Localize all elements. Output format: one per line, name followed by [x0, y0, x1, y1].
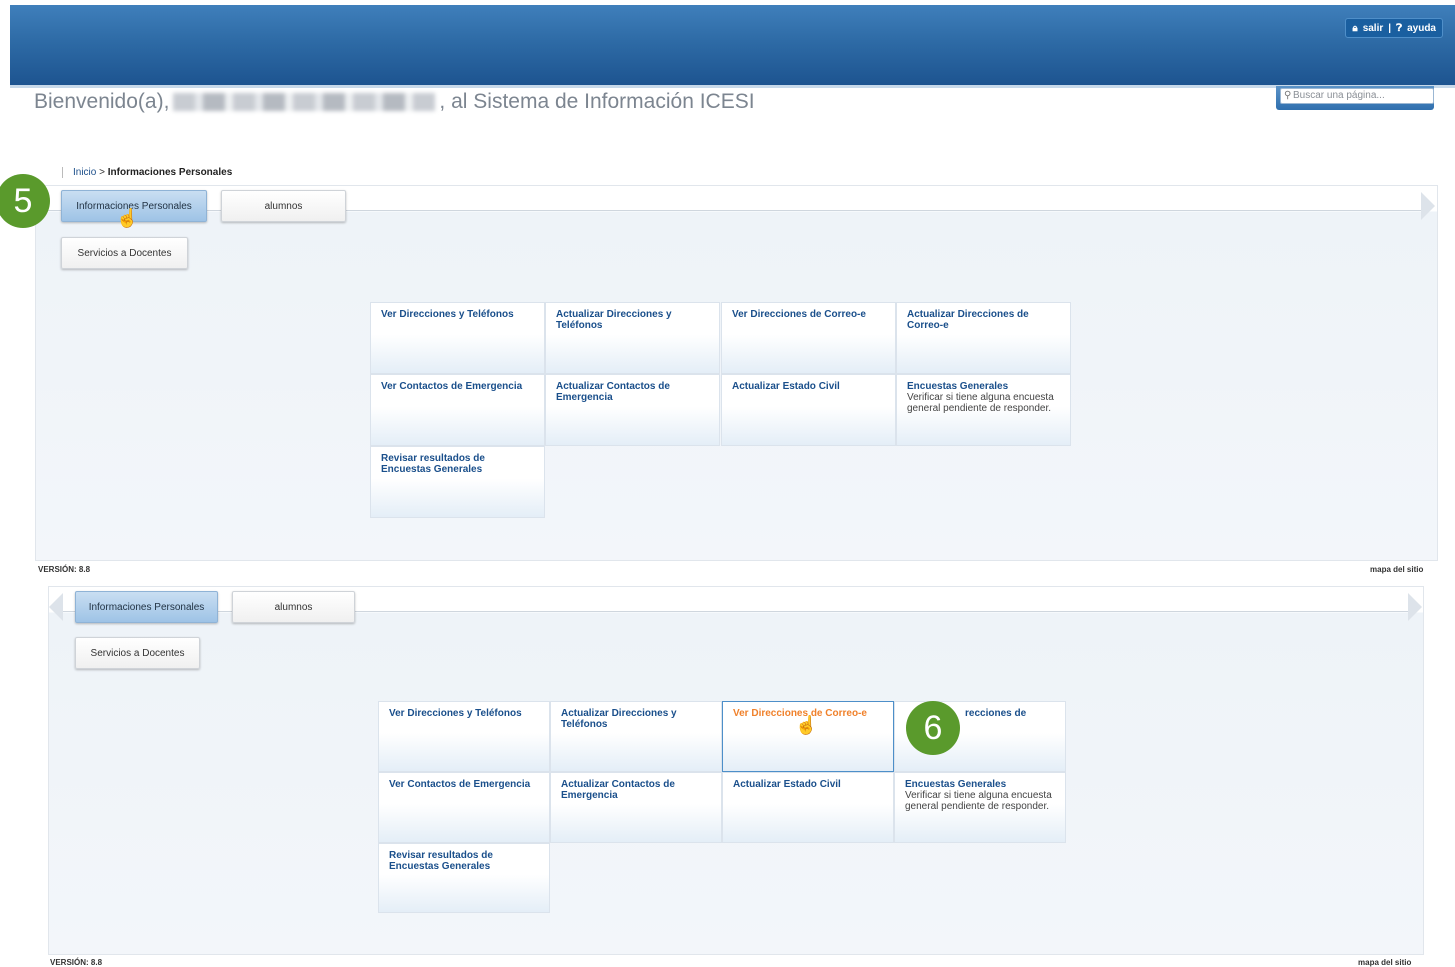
tile-ver-contactos[interactable]: Ver Contactos de Emergencia: [378, 772, 550, 843]
scroll-right-arrow[interactable]: [1408, 593, 1422, 621]
tab-label: Servicios a Docentes: [77, 247, 172, 259]
tile-title: Ver Contactos de Emergencia: [389, 779, 531, 790]
tile-actualizar-contactos[interactable]: Actualizar Contactos de Emergencia: [550, 772, 722, 843]
ayuda-link[interactable]: ayuda: [1407, 23, 1436, 34]
version-label: VERSIÓN: 8.8: [38, 565, 91, 574]
scroll-left-arrow[interactable]: [49, 593, 63, 621]
search-placeholder: Buscar una página...: [1293, 90, 1385, 101]
tile-title: Actualizar Direcciones y Teléfonos: [556, 309, 672, 331]
tile-title: Encuestas Generales: [907, 381, 1009, 392]
tab-alumnos[interactable]: alumnos: [221, 190, 346, 222]
blurred-username: [173, 93, 436, 111]
step-badge-6: 6: [906, 701, 960, 755]
tile-actualizar-contactos[interactable]: Actualizar Contactos de Emergencia: [545, 374, 720, 446]
tile-ver-correo[interactable]: Ver Direcciones de Correo-e: [721, 302, 896, 374]
tile-ver-direcciones[interactable]: Ver Direcciones y Teléfonos: [370, 302, 545, 374]
sitemap-link[interactable]: mapa del sitio: [1358, 958, 1411, 967]
tile-description: Verificar si tiene alguna encuesta gener…: [907, 392, 1054, 414]
tile-description: Verificar si tiene alguna encuesta gener…: [905, 790, 1052, 812]
tab-label: alumnos: [264, 200, 303, 212]
tile-actualizar-direcciones[interactable]: Actualizar Direcciones y Teléfonos: [545, 302, 720, 374]
tab-alumnos[interactable]: alumnos: [232, 591, 355, 623]
breadcrumb: Inicio > Informaciones Personales: [62, 167, 232, 178]
hand-cursor-icon: ☝: [795, 715, 818, 735]
tile-title: Ver Contactos de Emergencia: [381, 381, 523, 392]
salir-link[interactable]: salir: [1363, 23, 1384, 34]
breadcrumb-current: Informaciones Personales: [107, 167, 233, 179]
search-input[interactable]: ⚲ Buscar una página...: [1280, 88, 1434, 104]
version-label: VERSIÓN: 8.8: [50, 958, 103, 967]
tab-servicios-docentes[interactable]: Servicios a Docentes: [75, 637, 200, 669]
tile-actualizar-estado-civil[interactable]: Actualizar Estado Civil: [722, 772, 894, 843]
tile-title: Encuestas Generales: [905, 779, 1007, 790]
search-box: ⚲ Buscar una página...: [1276, 86, 1434, 110]
tile-ver-direcciones[interactable]: Ver Direcciones y Teléfonos: [378, 701, 550, 772]
scroll-right-arrow[interactable]: [1421, 192, 1435, 220]
tile-encuestas-generales[interactable]: Encuestas Generales Verificar si tiene al…: [896, 374, 1071, 446]
tile-ver-contactos[interactable]: Ver Contactos de Emergencia: [370, 374, 545, 446]
tile-title: Actualizar Contactos de Emergencia: [561, 779, 675, 801]
tile-title: Actualizar Contactos de Emergencia: [556, 381, 670, 403]
welcome-suffix: , al Sistema de Información ICESI: [439, 90, 755, 113]
hand-cursor-icon: ☝: [116, 208, 139, 228]
tile-title: Actualizar Estado Civil: [733, 779, 841, 790]
separator: |: [1388, 22, 1392, 34]
tile-title: Ver Direcciones y Teléfonos: [389, 708, 522, 719]
welcome-message: Bienvenido(a), , al Sistema de Informaci…: [34, 90, 755, 114]
header-divider: [10, 85, 1455, 88]
tile-ver-correo[interactable]: Ver Direcciones de Correo-e: [722, 701, 894, 772]
breadcrumb-divider: [62, 167, 63, 178]
tile-title: Ver Direcciones de Correo-e: [732, 309, 866, 320]
tab-label: Servicios a Docentes: [90, 647, 185, 659]
sitemap-link[interactable]: mapa del sitio: [1370, 565, 1423, 574]
tile-actualizar-direcciones[interactable]: Actualizar Direcciones y Teléfonos: [550, 701, 722, 772]
tile-title: Revisar resultados de Encuestas Generale…: [381, 453, 485, 475]
tile-actualizar-correo[interactable]: Actualizar Direcciones de Correo-e: [896, 302, 1071, 374]
lock-icon: 🔒︎: [1352, 22, 1358, 34]
welcome-prefix: Bienvenido(a),: [34, 90, 170, 113]
tab-label: alumnos: [274, 601, 313, 613]
breadcrumb-separator: >: [99, 167, 105, 179]
tile-title: Actualizar Direcciones y Teléfonos: [561, 708, 677, 730]
tile-title: Ver Direcciones y Teléfonos: [381, 309, 514, 320]
search-icon: ⚲: [1284, 90, 1292, 101]
tile-revisar-resultados[interactable]: Revisar resultados de Encuestas Generale…: [378, 843, 550, 913]
help-icon: ❓︎: [1396, 22, 1403, 34]
tile-actualizar-estado-civil[interactable]: Actualizar Estado Civil: [721, 374, 896, 446]
tile-title: Revisar resultados de Encuestas Generale…: [389, 850, 493, 872]
tile-title: Actualizar Estado Civil: [732, 381, 840, 392]
tab-servicios-docentes[interactable]: Servicios a Docentes: [61, 237, 188, 269]
tile-title: Actualizar Direcciones de Correo-e: [907, 309, 1029, 331]
breadcrumb-home[interactable]: Inicio: [73, 167, 96, 178]
top-links: 🔒︎ salir | ❓︎ ayuda: [1345, 18, 1443, 38]
tile-encuestas-generales[interactable]: Encuestas Generales Verificar si tiene al…: [894, 772, 1066, 843]
tile-revisar-resultados[interactable]: Revisar resultados de Encuestas Generale…: [370, 446, 545, 518]
header-banner: [10, 5, 1455, 87]
tab-label: Informaciones Personales: [88, 601, 205, 613]
tab-informaciones-personales[interactable]: Informaciones Personales: [75, 591, 218, 623]
